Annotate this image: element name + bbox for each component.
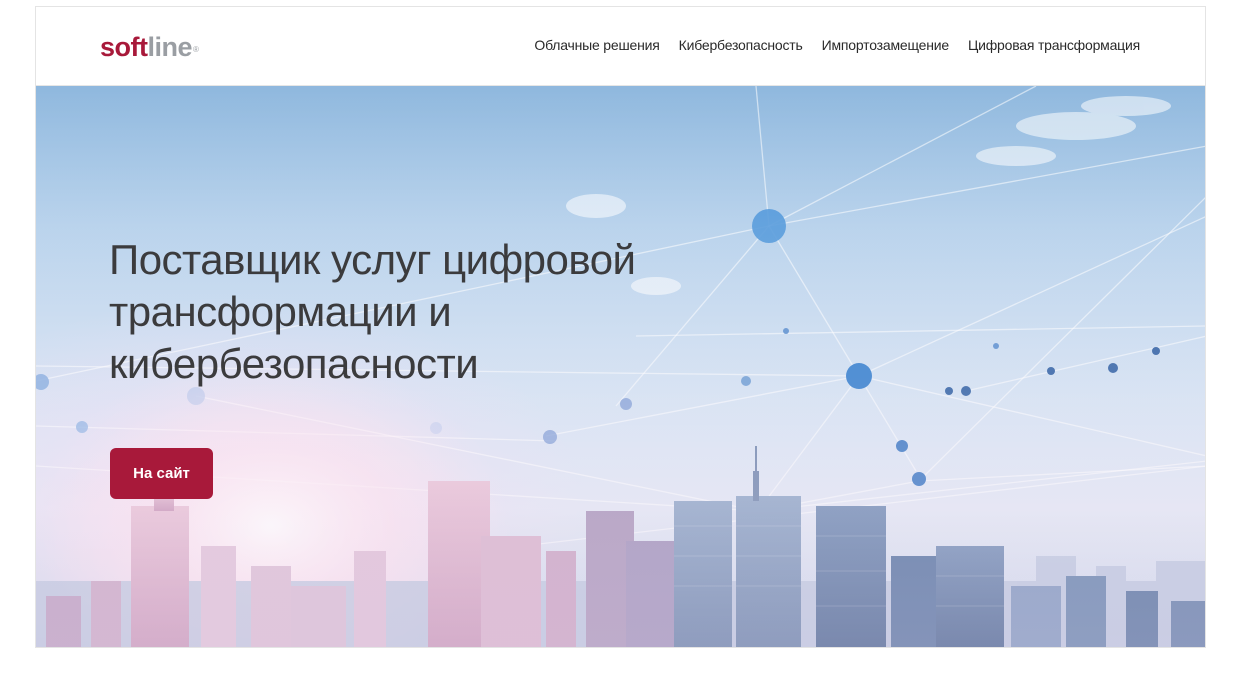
hero-headline-line-2: трансформации и xyxy=(109,288,452,335)
nav-link-cloud-solutions[interactable]: Облачные решения xyxy=(534,37,659,53)
page-frame: soft line ® Облачные решения Кибербезопасн… xyxy=(35,6,1206,648)
main-nav: Облачные решения Кибербезопасность Импор… xyxy=(534,37,1140,53)
go-to-site-button[interactable]: На сайт xyxy=(110,448,213,499)
hero-banner: Поставщик услуг цифровой трансформации и… xyxy=(36,86,1205,647)
nav-link-cybersecurity[interactable]: Кибербезопасность xyxy=(679,37,803,53)
logo-text-line: line xyxy=(147,32,193,62)
hero-headline-line-3: кибербезопасности xyxy=(109,340,479,387)
site-header: soft line ® Облачные решения Кибербезопасн… xyxy=(36,7,1205,86)
hero-headline-line-1: Поставщик услуг цифровой xyxy=(109,236,636,283)
logo-registered-mark: ® xyxy=(193,45,199,54)
nav-link-import-substitution[interactable]: Импортозамещение xyxy=(822,37,950,53)
softline-logo[interactable]: soft line ® xyxy=(100,32,199,65)
nav-link-digital-transformation[interactable]: Цифровая трансформация xyxy=(968,37,1140,53)
logo-text-soft: soft xyxy=(100,32,148,62)
hero-headline: Поставщик услуг цифровой трансформации и… xyxy=(109,234,729,390)
